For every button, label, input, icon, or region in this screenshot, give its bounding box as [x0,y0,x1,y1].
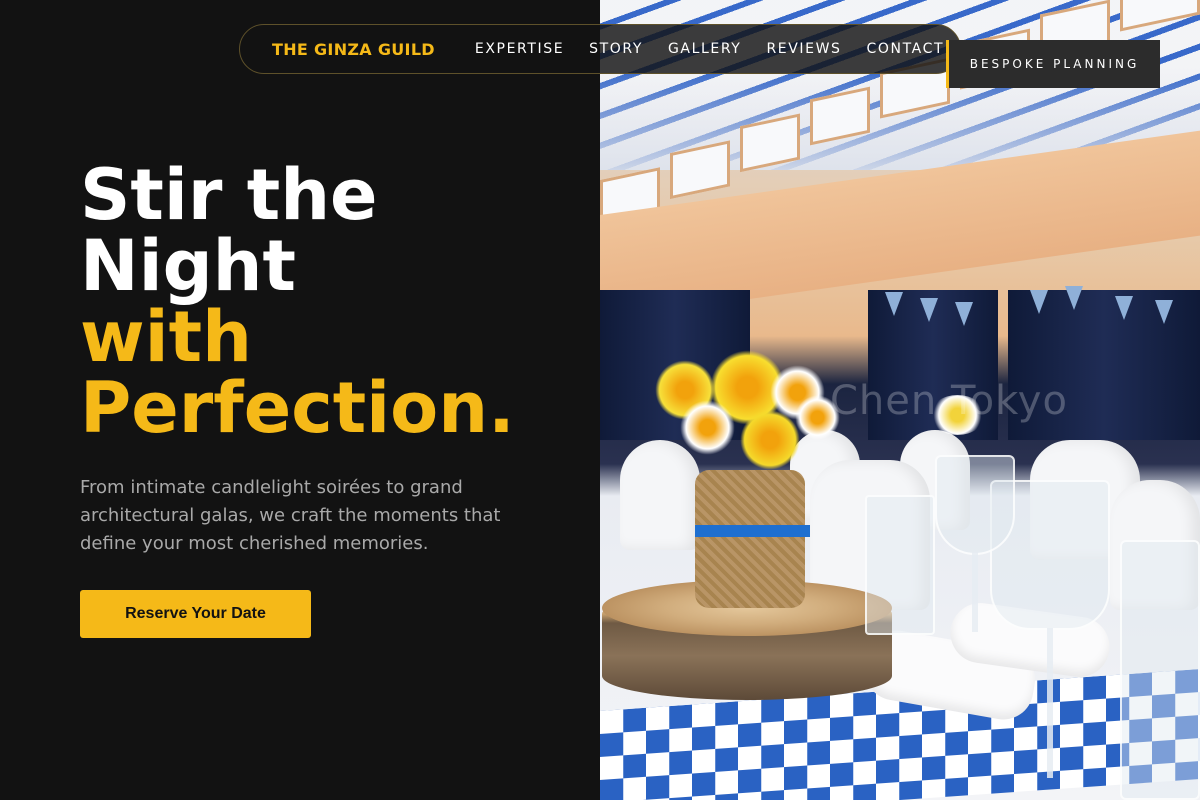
photo-flower [740,410,800,470]
nav-link-contact[interactable]: CONTACT [867,41,945,57]
photo-bunting [1030,290,1048,314]
photo-glass-stem [972,552,978,632]
photo-bunting [1155,300,1173,324]
nav-link-reviews[interactable]: REVIEWS [766,41,841,57]
photo-bunting [1115,296,1133,320]
hero-title: Stir the Night with Perfection. [80,160,580,444]
photo-watermark: Chen Tokyo [830,378,1068,424]
photo-blue-ribbon [695,525,810,537]
nav-links: EXPERTISE STORY GALLERY REVIEWS CONTACT [475,41,944,57]
photo-burlap-jar [695,470,805,608]
photo-water-glass [865,495,935,635]
nav-link-gallery[interactable]: GALLERY [668,41,741,57]
hero-title-line: Stir the [80,154,378,236]
photo-bunting [1065,286,1083,310]
hero-title-accent: with [80,296,252,378]
reserve-date-button[interactable]: Reserve Your Date [80,590,311,638]
photo-bunting [955,302,973,326]
bespoke-planning-button[interactable]: BESPOKE PLANNING [946,40,1160,88]
main-navigation: THE GINZA GUILD EXPERTISE STORY GALLERY … [239,24,961,74]
photo-bunting [920,298,938,322]
hero-title-accent: Perfection. [80,367,515,449]
nav-link-story[interactable]: STORY [589,41,643,57]
hero-description: From intimate candlelight soirées to gra… [80,477,501,554]
photo-water-glass [1120,540,1200,800]
photo-glass-stem [1047,628,1053,778]
brand-logo-link[interactable]: THE GINZA GUILD [272,40,435,59]
photo-flower [680,400,735,455]
nav-link-expertise[interactable]: EXPERTISE [475,41,564,57]
photo-bunting [885,292,903,316]
photo-wine-glass [935,455,1015,555]
hero-title-line: Night [80,225,296,307]
